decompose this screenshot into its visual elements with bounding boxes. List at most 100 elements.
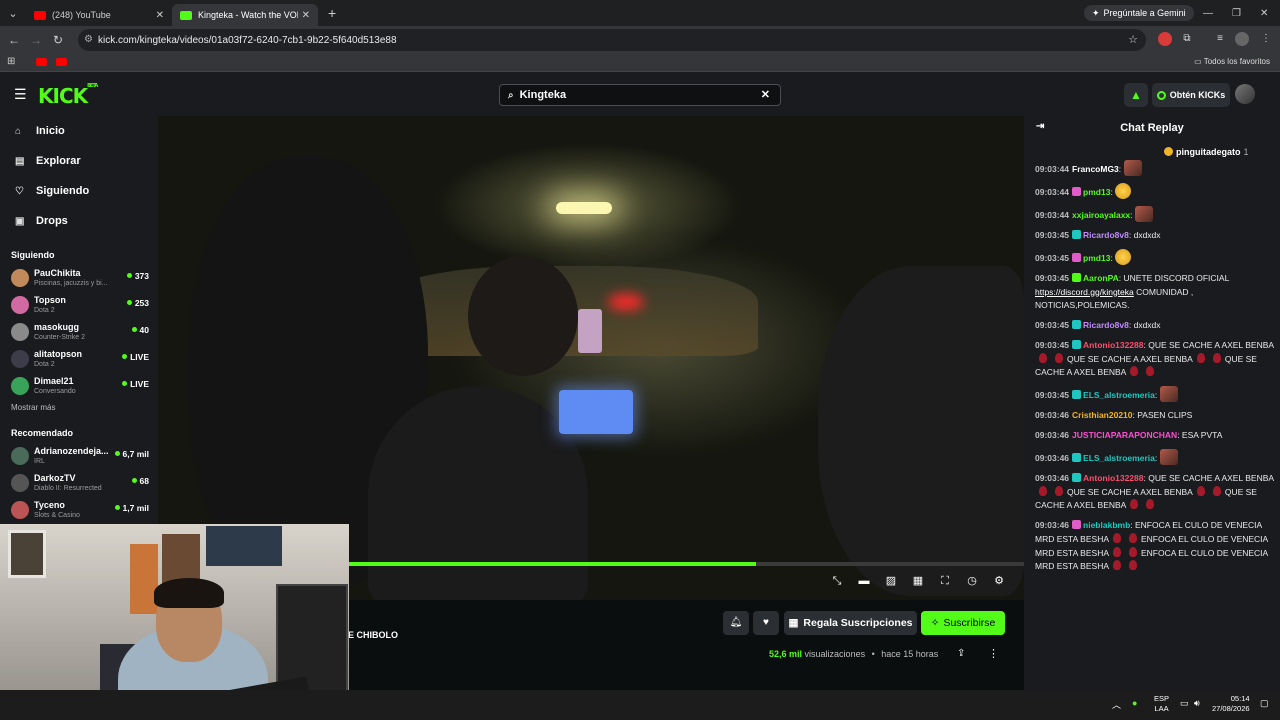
drop-emote-icon [1129, 532, 1137, 543]
search-value: Kingteka [519, 89, 567, 101]
chat-username[interactable]: AaronPA [1083, 273, 1119, 283]
cc-icon[interactable]: ▦ [911, 574, 925, 588]
site-info-icon[interactable]: ⚙ [84, 34, 93, 45]
subscribe-button[interactable]: ✧ Suscribirse [921, 611, 1005, 635]
sidebar-item-inicio[interactable]: ⌂ Inicio [0, 116, 158, 146]
new-tab-button[interactable]: + [328, 5, 336, 21]
theater-icon[interactable]: ⤡ [830, 574, 844, 588]
chat-username[interactable]: Ricardo8v8 [1083, 320, 1129, 330]
channel-avatar [11, 446, 29, 465]
chat-username[interactable]: Antonio132288 [1083, 473, 1143, 483]
chat-username[interactable]: Ricardo8v8 [1083, 230, 1129, 240]
sidebar-item-drops[interactable]: ▣ Drops [0, 206, 158, 236]
channel-item[interactable]: Dimael21 Conversando LIVE [0, 372, 158, 399]
view-count: 52,6 mil [769, 649, 803, 659]
channel-avatar [11, 376, 29, 395]
chat-username[interactable]: Antonio132288 [1083, 340, 1143, 350]
clear-search-icon[interactable]: ✕ [761, 88, 770, 101]
volume-icon[interactable]: 🔊︎ [1194, 698, 1200, 709]
mic-icon[interactable]: ● [1132, 698, 1137, 708]
message-text: : ESA PVTA [1177, 430, 1223, 441]
maximize-icon[interactable]: ❐ [1232, 0, 1241, 26]
chat-message: 09:03:46 Cristhian20210: PASEN CLIPS [1035, 409, 1275, 423]
forward-icon[interactable]: → [25, 33, 47, 47]
language-indicator[interactable]: ESP LAA [1154, 694, 1169, 714]
close-tab-icon[interactable]: ✕ [156, 10, 164, 21]
mini-player-icon[interactable]: ▨ [884, 574, 898, 588]
search-input[interactable]: ⌕ Kingteka ✕ [499, 84, 781, 106]
gemini-button[interactable]: ✦ Pregúntale a Gemini [1084, 5, 1194, 21]
user-avatar[interactable] [1235, 84, 1255, 104]
channel-item[interactable]: Adrianozendeja... IRL 6,7 mil [0, 442, 158, 469]
kick-logo[interactable]: KICKBETA [38, 83, 98, 108]
channel-item[interactable]: masokugg Counter-Strike 2 40 [0, 318, 158, 345]
chat-username[interactable]: xxjairoayalaxx [1072, 210, 1130, 220]
apps-grid-icon[interactable]: ⊞ [7, 56, 15, 67]
viewer-count: 253 [127, 298, 149, 308]
pinned-gifter[interactable]: pinguitadegato 1 [1164, 147, 1249, 157]
browser-menu-icon[interactable]: ⋮ [1259, 32, 1273, 46]
sidebar-item-label: Inicio [36, 125, 65, 137]
notifications-icon[interactable]: ▢ [1260, 698, 1269, 709]
chat-username[interactable]: pmd13 [1083, 187, 1110, 197]
hamburger-menu-icon[interactable]: ☰ [14, 86, 27, 103]
more-options-icon[interactable]: ⋮ [988, 647, 999, 660]
tray-chevron-icon[interactable]: ︿ [1112, 698, 1121, 711]
channel-item[interactable]: Topson Dota 2 253 [0, 291, 158, 318]
viewer-count: LIVE [122, 379, 149, 389]
minimize-icon[interactable]: — [1203, 0, 1213, 26]
extensions-puzzle-icon[interactable]: ⧉ [1180, 32, 1194, 46]
show-more-link[interactable]: Mostrar más [0, 403, 158, 412]
chat-username[interactable]: ELS_alstroemeria [1083, 453, 1155, 463]
channel-item[interactable]: alitatopson Dota 2 LIVE [0, 345, 158, 372]
media-control-icon[interactable]: ≡ [1213, 32, 1227, 46]
channel-item[interactable]: PauChikita Piscinas, jacuzzis y bi... 373 [0, 264, 158, 291]
clip-icon[interactable]: ▬ [857, 574, 871, 588]
close-window-icon[interactable]: ✕ [1260, 0, 1268, 26]
sidebar-item-siguiendo[interactable]: ♡ Siguiendo [0, 176, 158, 206]
back-icon[interactable]: ← [3, 33, 25, 47]
all-bookmarks-button[interactable]: ▭ Todos los favoritos [1194, 57, 1270, 66]
user-badge-icon [1072, 473, 1082, 483]
settings-icon[interactable]: ⚙ [992, 574, 1006, 588]
extension-icon[interactable] [1158, 32, 1172, 46]
sidebar-item-explorar[interactable]: ▤ Explorar [0, 146, 158, 176]
chat-username[interactable]: pmd13 [1083, 253, 1110, 263]
bookmark-youtube-icon[interactable] [36, 58, 47, 66]
emote-icon [1134, 205, 1153, 222]
network-icon[interactable]: ▭ [1180, 698, 1189, 709]
collapse-chat-icon[interactable]: ⇥ [1036, 121, 1044, 132]
share-icon[interactable]: ⇪ [957, 648, 965, 659]
system-clock[interactable]: 05:14 27/08/2026 [1212, 694, 1250, 714]
follow-heart-button[interactable]: ♥ [753, 611, 779, 635]
speed-icon[interactable]: ◷ [965, 574, 979, 588]
rewards-icon[interactable]: ▲ [1124, 83, 1148, 107]
url-field[interactable]: ⚙ kick.com/kingteka/videos/01a03f72-6240… [78, 29, 1146, 51]
bookmark-youtube-icon[interactable] [56, 58, 67, 66]
channel-item[interactable]: Tyceno Slots & Casino 1,7 mil [0, 496, 158, 523]
get-kicks-button[interactable]: Obtén KICKs [1152, 83, 1230, 107]
chat-username[interactable]: Cristhian20210 [1072, 410, 1132, 420]
channel-item[interactable]: DarkozTV Diablo II: Resurrected 68 [0, 469, 158, 496]
message-time: 09:03:44 [1035, 209, 1070, 220]
tab-kick[interactable]: Kingteka - Watch the VOD on K ✕ [172, 4, 318, 26]
profile-icon[interactable] [1235, 32, 1249, 46]
chat-username[interactable]: JUSTICIAPARAPONCHAN [1072, 430, 1177, 440]
tab-search-icon[interactable]: ⌄ [0, 0, 26, 26]
tab-youtube[interactable]: (248) YouTube ✕ [26, 4, 172, 26]
chat-username[interactable]: FrancoMG3 [1072, 164, 1119, 174]
sidebar-item-label: Drops [36, 215, 68, 227]
close-tab-icon[interactable]: ✕ [302, 10, 310, 21]
fullscreen-icon[interactable]: ⛶ [938, 574, 952, 588]
reload-icon[interactable]: ↻ [47, 33, 69, 47]
gift-subs-button[interactable]: ▦ Regala Suscripciones [784, 611, 917, 635]
notification-bell-button[interactable]: 🔔︎ [723, 611, 749, 635]
chat-username[interactable]: ELS_alstroemeria [1083, 390, 1155, 400]
drop-emote-icon [1113, 532, 1121, 543]
bookmark-star-icon[interactable]: ☆ [1128, 33, 1138, 46]
user-badge-icon [1072, 453, 1082, 463]
message-text: : PASEN CLIPS [1132, 410, 1193, 421]
video-frame-dash-screen [559, 390, 633, 434]
chat-username[interactable]: nieblakbmb [1083, 520, 1130, 530]
chat-link[interactable]: https://discord.gg/kingteka [1035, 287, 1134, 297]
